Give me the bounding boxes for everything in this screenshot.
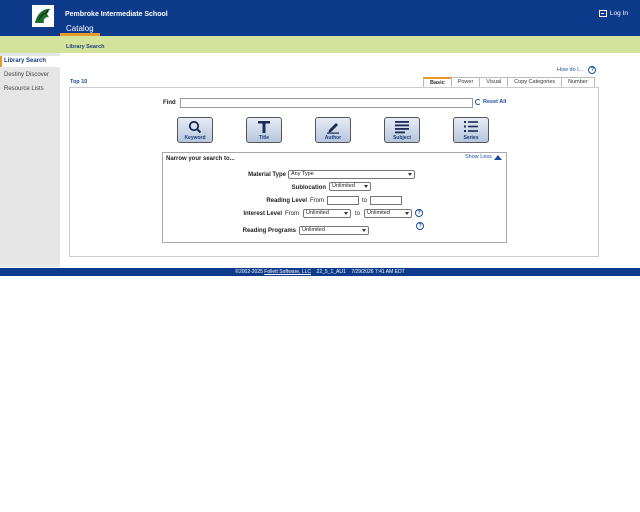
reading-programs-select[interactable]: Unlimited <box>299 226 369 235</box>
tab-visual[interactable]: Visual <box>479 77 509 87</box>
author-label: Author <box>324 135 342 141</box>
interest-level-from-select[interactable]: Unlimited <box>303 209 351 218</box>
subbar-library-search[interactable]: Library Search <box>66 44 105 50</box>
tab-copy-categories[interactable]: Copy Categories <box>507 77 563 87</box>
material-type-label: Material Type <box>248 172 286 178</box>
interest-level-to-label: to <box>355 211 361 217</box>
login-label: Log In <box>609 10 628 17</box>
sidebar-item-library-search[interactable]: Library Search <box>0 56 60 67</box>
help-icon[interactable]: ? <box>588 66 597 74</box>
sublocation-select[interactable]: Unlimited <box>329 182 371 191</box>
subject-search-button[interactable]: Subject <box>384 117 420 143</box>
reset-all-button[interactable]: Reset All <box>475 99 506 105</box>
sidebar-item-destiny-discover[interactable]: Destiny Discover <box>0 70 60 81</box>
reading-level-from-input[interactable] <box>327 196 359 205</box>
sidebar-item-resource-lists[interactable]: Resource Lists <box>0 84 60 95</box>
footer-datetime: 7/29/2026 7:41 AM EDT <box>351 269 405 275</box>
school-logo-icon <box>32 5 54 27</box>
material-type-select[interactable]: Any Type <box>288 170 415 179</box>
magnifier-icon <box>188 120 202 134</box>
interest-level-to-select[interactable]: Unlimited <box>364 209 412 218</box>
narrow-title: Narrow your search to... <box>166 156 235 162</box>
sublocation-label: Sublocation <box>291 185 326 191</box>
reading-programs-label: Reading Programs <box>242 228 296 234</box>
show-less-link[interactable]: Show Less <box>465 154 502 160</box>
school-name: Pembroke Intermediate School <box>65 11 168 18</box>
numbered-list-icon <box>464 121 478 132</box>
footer-company-link[interactable]: Follett Software, LLC <box>264 269 311 275</box>
reset-all-label: Reset All <box>483 99 507 105</box>
tab-power[interactable]: Power <box>450 77 481 87</box>
author-search-button[interactable]: Author <box>315 117 351 143</box>
sidebar: Library Search Destiny Discover Resource… <box>0 53 60 267</box>
reading-level-to-label: to <box>362 198 368 204</box>
sub-navigation-bar: Library Search <box>0 36 640 53</box>
reading-level-label: Reading Level <box>266 198 307 204</box>
search-tabs: Basic Power Visual Copy Categories Numbe… <box>423 77 595 87</box>
page-footer: ©2002-2025 Follett Software, LLC 22_5_1_… <box>0 268 640 276</box>
keyword-label: Keyword <box>184 135 206 141</box>
refresh-icon <box>475 99 481 105</box>
app-header: Pembroke Intermediate School Catalog Log… <box>0 0 640 36</box>
title-t-icon <box>258 121 270 133</box>
tab-number[interactable]: Number <box>561 77 595 87</box>
top-ten-link[interactable]: Top 10 <box>70 79 87 85</box>
footer-copyright: ©2002-2025 <box>235 269 263 275</box>
collapse-arrow-icon <box>493 154 502 160</box>
tab-basic[interactable]: Basic <box>423 77 452 87</box>
show-less-label: Show Less <box>465 154 492 160</box>
login-link[interactable]: Log In <box>598 10 628 17</box>
reading-level-from-label: From <box>310 198 324 204</box>
interest-level-help-icon[interactable]: ? <box>415 209 423 217</box>
find-label: Find <box>163 100 176 106</box>
reading-level-to-input[interactable] <box>370 196 402 205</box>
reading-programs-help-icon[interactable]: ? <box>416 222 424 230</box>
how-do-i-link[interactable]: How do I... ? <box>557 66 597 74</box>
interest-level-from-label: From <box>285 211 299 217</box>
title-label: Title <box>258 135 270 141</box>
series-label: Series <box>463 135 479 141</box>
how-do-i-label: How do I... <box>557 67 584 73</box>
find-input[interactable] <box>180 98 473 108</box>
series-search-button[interactable]: Series <box>453 117 489 143</box>
catalog-tab[interactable]: Catalog <box>66 24 94 33</box>
pen-icon <box>327 123 339 134</box>
title-search-button[interactable]: Title <box>246 117 282 143</box>
login-icon <box>598 10 607 17</box>
keyword-search-button[interactable]: Keyword <box>177 117 213 143</box>
footer-version: 22_5_1_AU1 <box>316 269 346 275</box>
interest-level-label: Interest Level <box>243 211 282 217</box>
lines-icon <box>395 121 409 134</box>
subject-label: Subject <box>392 135 412 141</box>
